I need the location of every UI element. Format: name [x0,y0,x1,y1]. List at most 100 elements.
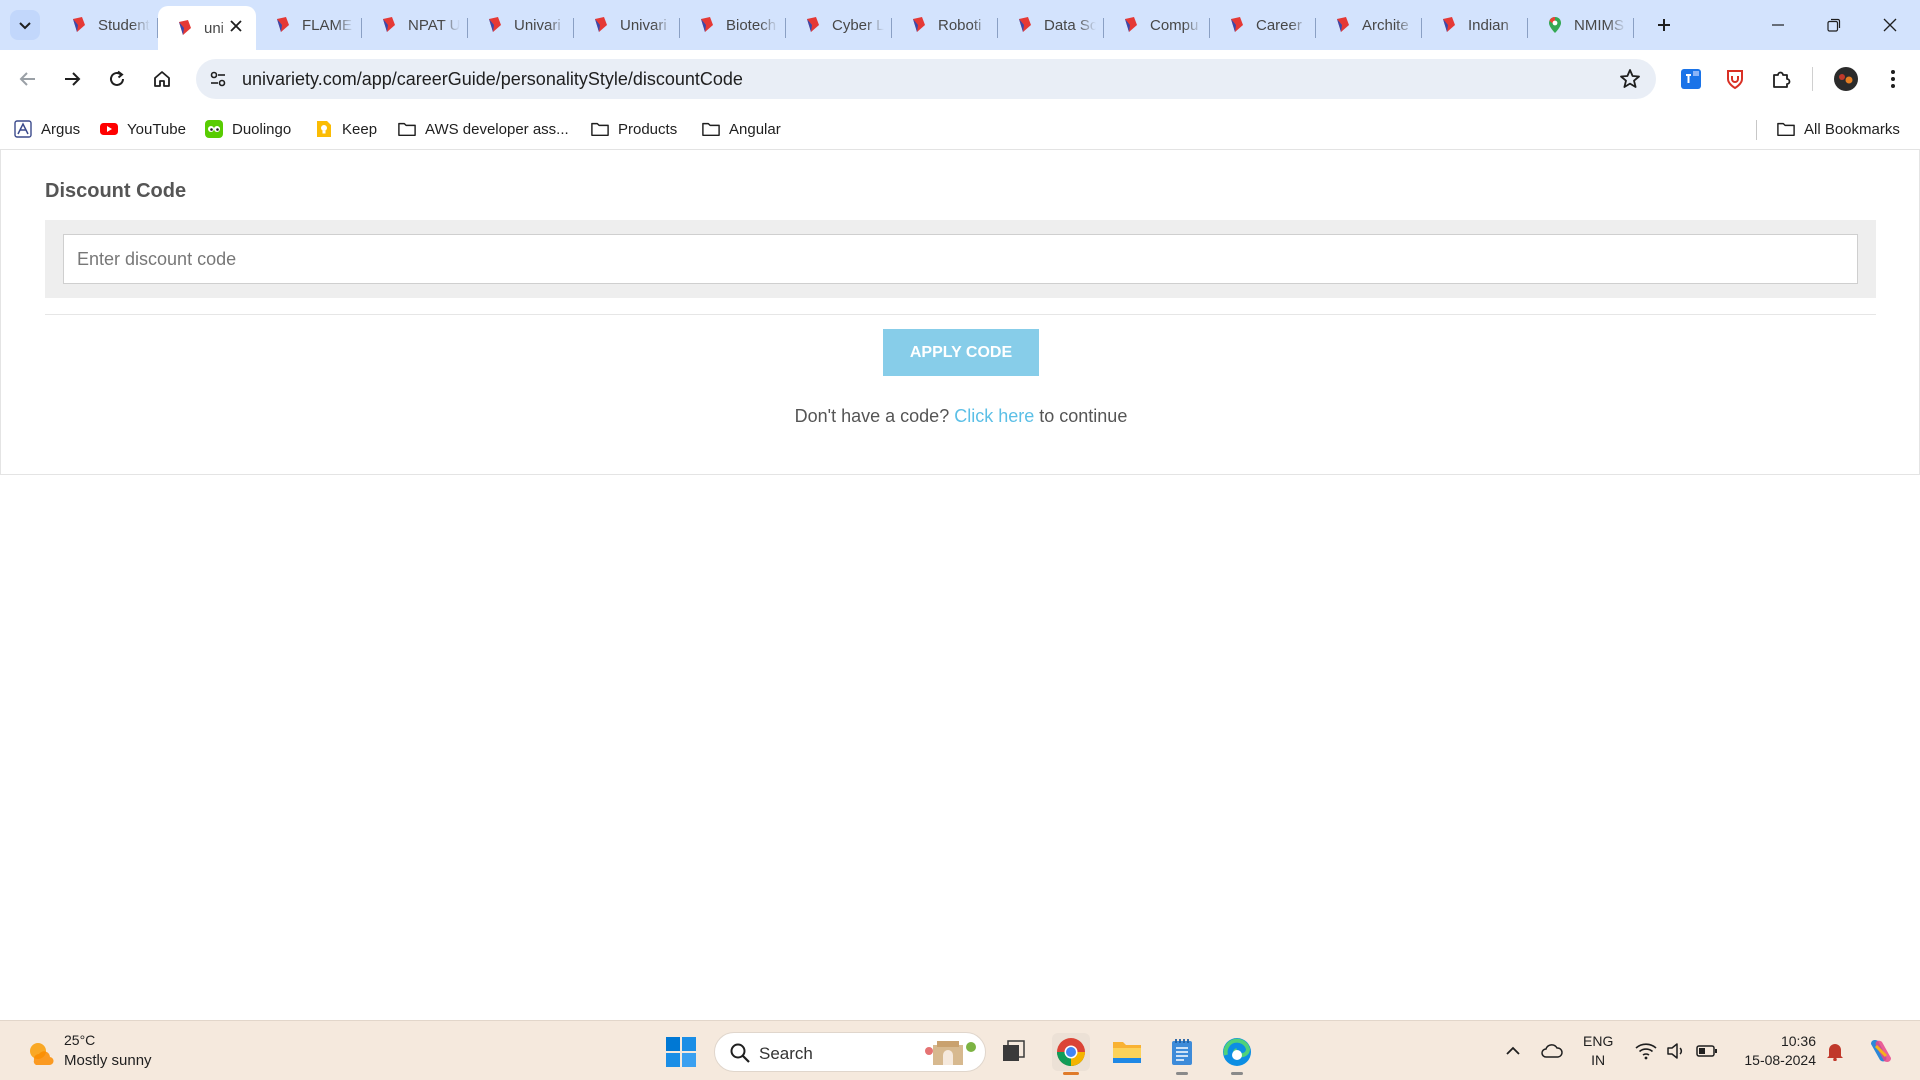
new-tab-button[interactable] [1651,12,1677,38]
continue-suffix: to continue [1039,406,1128,426]
tab[interactable]: NPAT U [362,6,468,44]
browser-menu-button[interactable] [1879,65,1907,93]
weather-temperature[interactable]: 25°C [64,1032,95,1048]
bookmark-label: Keep [342,120,378,138]
folder-icon [398,122,416,137]
bookmark-folder-angular[interactable]: Angular [702,118,781,140]
tab[interactable]: FLAME [256,6,362,44]
tab[interactable]: Cyber L [786,6,892,44]
tab-title: Univari [620,16,667,34]
tab[interactable]: Compu [1104,6,1210,44]
bookmark-label: Duolingo [232,120,292,138]
notifications-button[interactable] [1824,1040,1846,1062]
star-icon[interactable] [1618,67,1642,91]
windows-taskbar: 25°C Mostly sunny Search ENG IN 10:36 15… [0,1020,1920,1080]
battery-tray[interactable] [1696,1040,1718,1062]
tab[interactable]: Student [52,6,158,44]
show-hidden-icons-button[interactable] [1502,1040,1524,1062]
volume-tray[interactable] [1665,1040,1687,1062]
sun-cloud-icon[interactable] [25,1038,55,1068]
tab-title: Data Sc [1044,16,1096,34]
tab[interactable]: Biotech [680,6,786,44]
discount-code-card: Discount Code APPLY CODE Don't have a co… [0,150,1920,475]
tab[interactable]: Roboti [892,6,998,44]
copilot-button[interactable] [1866,1036,1896,1066]
youtube-icon [100,123,118,135]
restore-button[interactable] [1806,0,1862,50]
tab-active[interactable]: uni [158,6,256,50]
folder-icon [1777,122,1795,137]
home-button[interactable] [146,63,178,95]
taskbar-app-notepad[interactable] [1163,1033,1201,1075]
home-icon [154,71,170,87]
site-info-button[interactable] [204,65,232,93]
argus-icon [14,120,32,138]
maps-pin-icon [1549,17,1561,33]
minimize-button[interactable] [1750,0,1806,50]
bookmark-youtube[interactable]: YouTube [100,118,186,140]
bookmarks-separator [1756,120,1757,140]
url-text[interactable]: univariety.com/app/careerGuide/personali… [242,69,743,90]
bookmark-argus[interactable]: Argus [14,118,80,140]
tab[interactable]: Univari [468,6,574,44]
tab[interactable]: NMIMS [1528,6,1634,44]
weather-description[interactable]: Mostly sunny [64,1052,152,1069]
search-highlight-art-icon [925,1041,976,1065]
discount-code-input[interactable] [63,234,1858,284]
close-window-button[interactable] [1862,0,1918,50]
extension-button[interactable] [1721,65,1749,93]
task-view-icon [1003,1040,1025,1061]
tab-title: Compu [1150,16,1199,34]
wifi-tray[interactable] [1635,1040,1657,1062]
tab-search-button[interactable] [10,10,40,40]
bookmark-keep[interactable]: Keep [315,118,377,140]
reload-button[interactable] [101,63,133,95]
tab[interactable]: Data Sc [998,6,1104,44]
plus-icon [1658,19,1670,31]
bookmark-label: AWS developer ass... [425,120,569,138]
click-here-link[interactable]: Click here [954,406,1034,426]
taskbar-app-edge[interactable] [1218,1033,1256,1075]
arrow-right-icon [65,72,81,86]
taskbar-search[interactable]: Search [714,1032,986,1072]
bookmark-duolingo[interactable]: Duolingo [205,118,291,140]
profile-avatar[interactable] [1832,65,1860,93]
tab[interactable]: Univari [574,6,680,44]
continue-prefix: Don't have a code? [794,406,950,426]
input-language[interactable]: ENG IN [1583,1032,1613,1070]
univariety-icon [383,17,395,32]
tab-title: NPAT U [408,16,460,34]
tab-title: Student [98,16,150,34]
apply-code-button[interactable]: APPLY CODE [883,329,1039,376]
tab[interactable]: Indian [1422,6,1528,44]
windows-start-icon[interactable] [665,1036,697,1068]
tab-title: FLAME [302,16,353,34]
extensions-menu-button[interactable] [1767,65,1795,93]
tab[interactable]: Archite [1316,6,1422,44]
close-icon[interactable] [228,18,244,34]
search-label: Search [759,1044,813,1063]
divider [45,314,1876,315]
tab-list: Student uni FLAME NPAT U Univari Univari… [52,6,1634,50]
system-clock[interactable]: 10:36 15-08-2024 [1736,1032,1816,1070]
extension-button[interactable] [1677,65,1705,93]
lang-bottom: IN [1591,1052,1606,1068]
taskbar-app-file-explorer[interactable] [1108,1033,1146,1071]
avatar-icon [1834,67,1858,91]
back-button[interactable] [12,63,44,95]
restore-icon [1827,18,1841,32]
address-bar[interactable]: univariety.com/app/careerGuide/personali… [196,59,1656,99]
forward-button[interactable] [56,63,88,95]
taskbar-app-task-view[interactable] [995,1033,1033,1071]
onedrive-tray[interactable] [1541,1040,1563,1062]
univariety-icon [1019,17,1031,32]
tab[interactable]: Career [1210,6,1316,44]
bookmark-folder-products[interactable]: Products [591,118,677,140]
all-bookmarks-button[interactable]: All Bookmarks [1777,118,1900,140]
bookmark-label: Angular [729,120,781,138]
toolbar-separator [1812,67,1813,91]
bookmark-folder-aws[interactable]: AWS developer ass... [398,118,569,140]
taskbar-app-chrome[interactable] [1052,1033,1090,1075]
wifi-icon [1635,1043,1657,1060]
tab-title: Cyber L [832,16,884,34]
